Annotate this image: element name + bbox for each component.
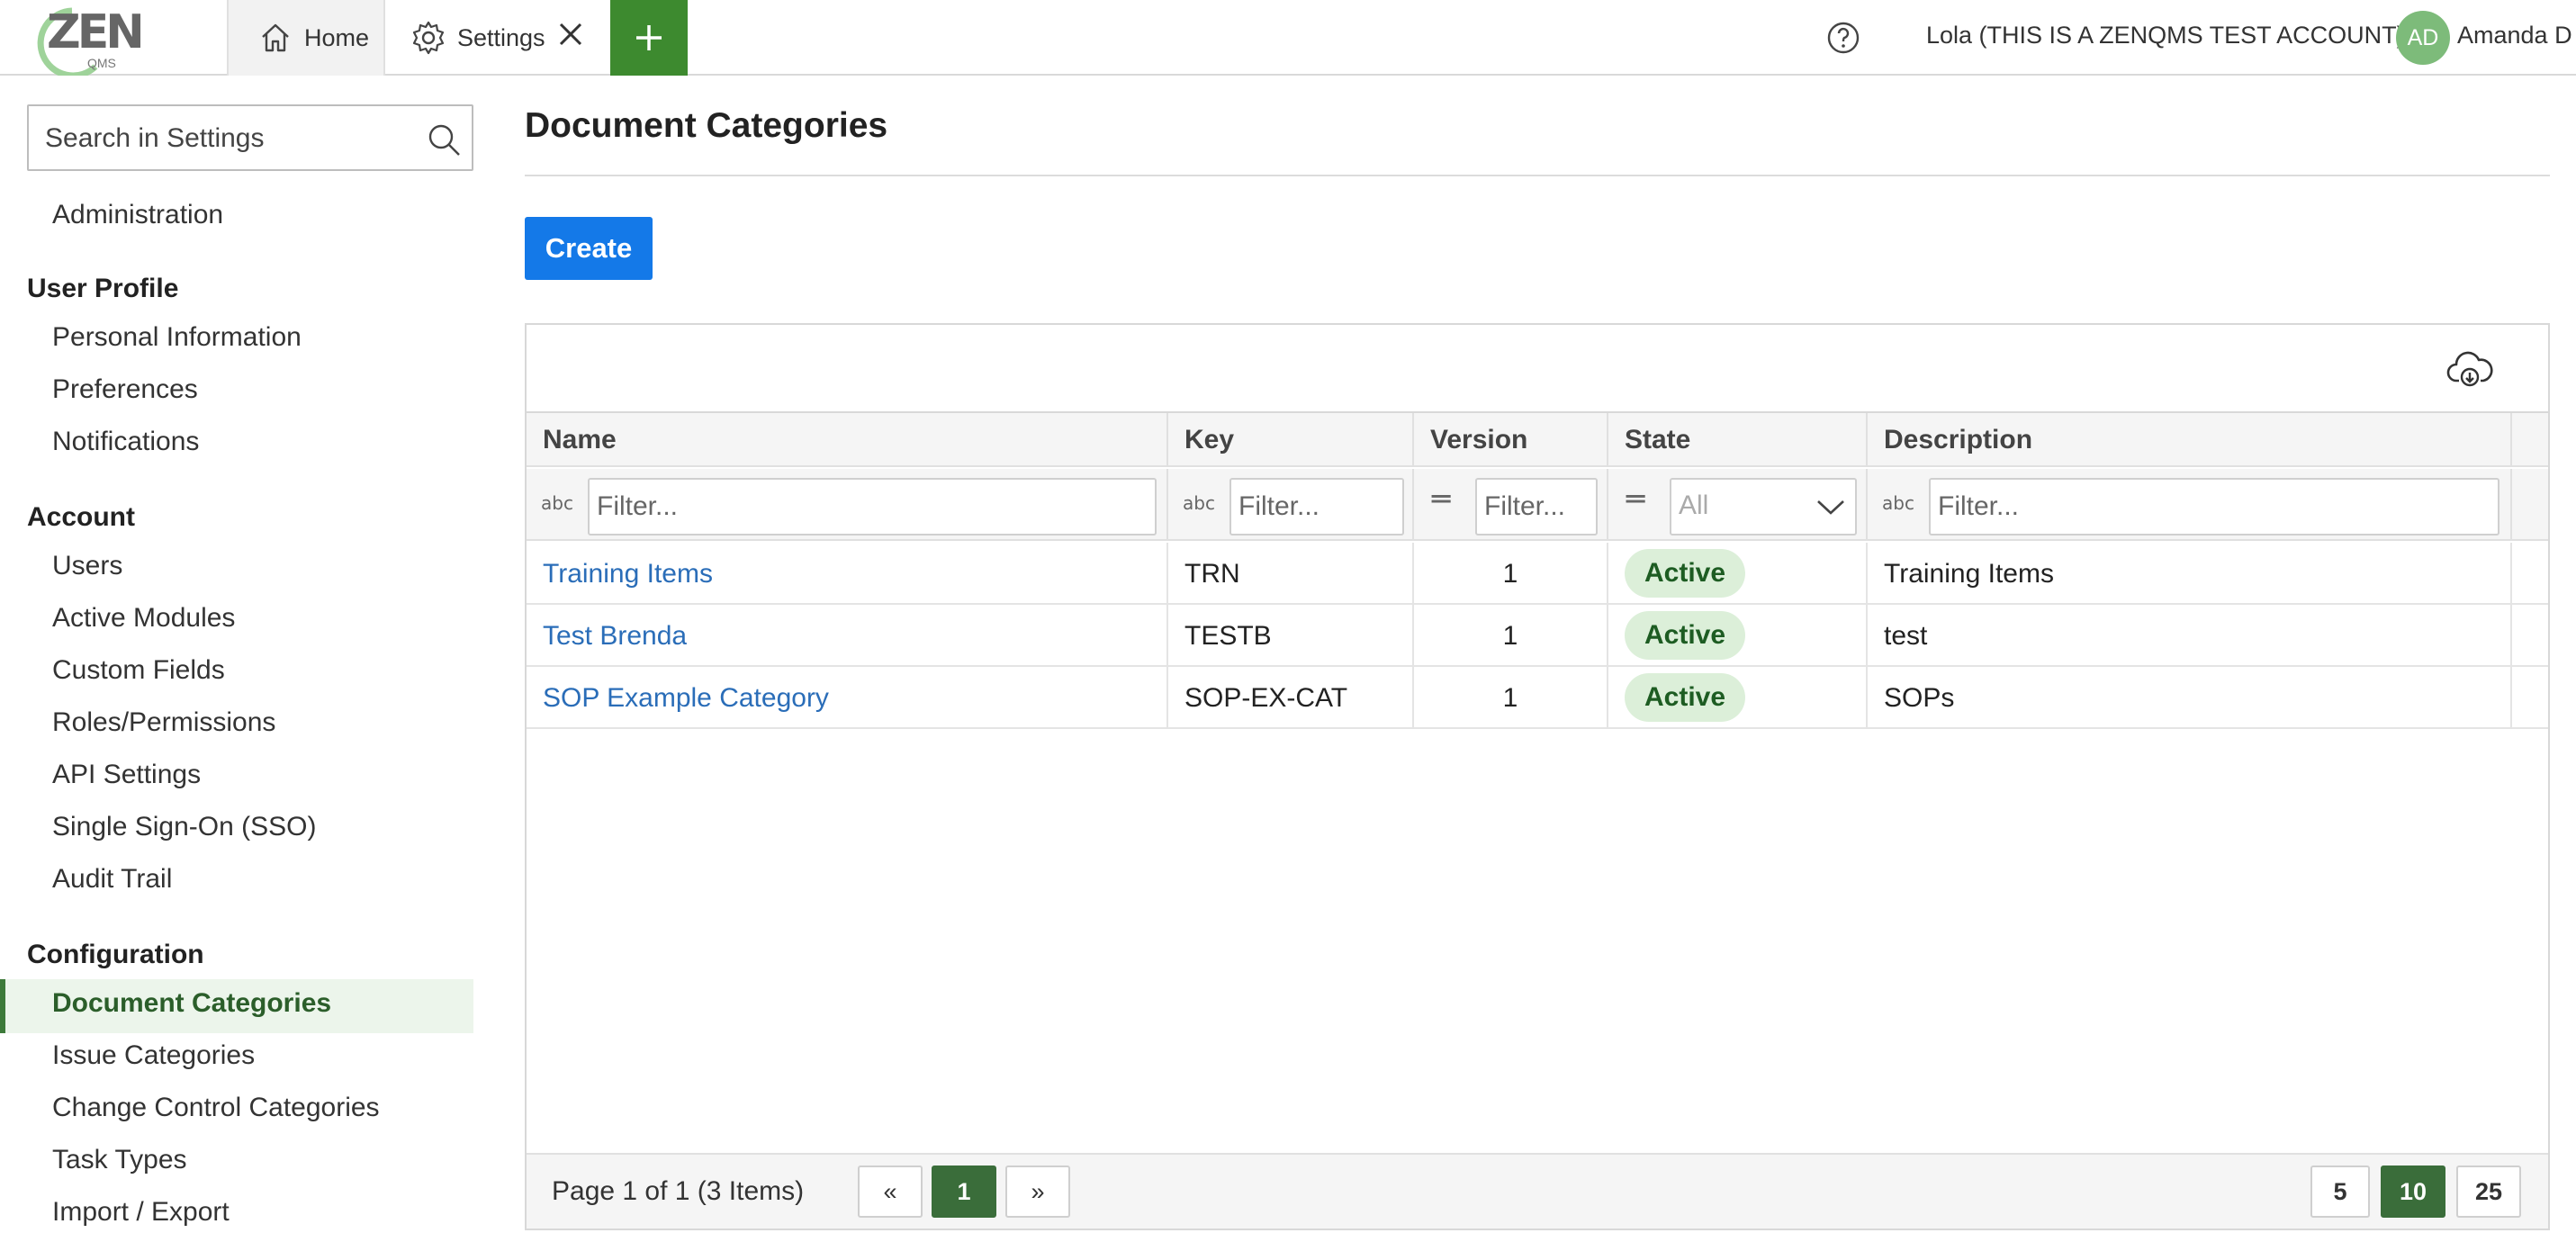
- sidebar-item-import-export[interactable]: Import / Export: [52, 1197, 230, 1228]
- sidebar-item-document-categories[interactable]: Document Categories: [52, 988, 331, 1019]
- filter-version-input[interactable]: [1475, 478, 1598, 536]
- sidebar-item-custom-fields[interactable]: Custom Fields: [52, 655, 225, 686]
- sidebar-item-roles-permissions[interactable]: Roles/Permissions: [52, 707, 275, 738]
- table-row[interactable]: Test Brenda TESTB 1 Active test: [527, 605, 2548, 667]
- page-size-10-button[interactable]: 10: [2381, 1166, 2445, 1218]
- row-version: 1: [1414, 667, 1608, 729]
- filter-state-value: All: [1679, 490, 1709, 520]
- page-size-5-button[interactable]: 5: [2310, 1166, 2370, 1218]
- create-button[interactable]: Create: [525, 217, 653, 280]
- text-filter-icon[interactable]: a͏b͏c: [541, 492, 573, 514]
- filter-cell-version: ═: [1414, 469, 1608, 541]
- status-badge: Active: [1625, 549, 1746, 598]
- sidebar-heading-account: Account: [27, 502, 135, 532]
- grid-filter-row: a͏b͏c a͏b͏c ═ ═ All a͏b͏c: [527, 469, 2548, 541]
- row-state: Active: [1608, 543, 1868, 605]
- sidebar-item-issue-categories[interactable]: Issue Categories: [52, 1040, 255, 1071]
- row-version: 1: [1414, 605, 1608, 667]
- text-filter-icon[interactable]: a͏b͏c: [1882, 492, 1914, 514]
- sidebar-item-active-modules[interactable]: Active Modules: [52, 603, 235, 634]
- row-name-link[interactable]: Test Brenda: [527, 605, 1168, 667]
- settings-sidebar: Administration User Profile Personal Inf…: [0, 77, 473, 1260]
- filter-description-input[interactable]: [1929, 478, 2499, 536]
- home-icon: [262, 23, 289, 52]
- pager-prev-button[interactable]: «: [858, 1166, 923, 1218]
- equals-filter-icon[interactable]: ═: [1626, 482, 1644, 518]
- zenqms-logo[interactable]: ZEN QMS: [20, 4, 145, 76]
- table-row[interactable]: SOP Example Category SOP-EX-CAT 1 Active…: [527, 667, 2548, 729]
- tab-settings-label: Settings: [457, 23, 545, 51]
- sidebar-item-audit-trail[interactable]: Audit Trail: [52, 864, 172, 895]
- grid-header-row: Name Key Version State Description: [527, 413, 2548, 467]
- pager-next-button[interactable]: »: [1005, 1166, 1070, 1218]
- tab-home[interactable]: Home: [227, 0, 385, 76]
- chevron-down-icon: [1817, 500, 1844, 515]
- sidebar-heading-user-profile: User Profile: [27, 274, 179, 303]
- logo-sub: QMS: [87, 56, 116, 70]
- row-state: Active: [1608, 667, 1868, 729]
- page-size-25-button[interactable]: 25: [2456, 1166, 2521, 1218]
- sidebar-item-notifications[interactable]: Notifications: [52, 427, 199, 457]
- filter-state-select[interactable]: All: [1670, 478, 1857, 536]
- status-badge: Active: [1625, 611, 1746, 661]
- column-header-key[interactable]: Key: [1168, 413, 1414, 467]
- filter-key-input[interactable]: [1229, 478, 1404, 536]
- gear-icon: [412, 21, 445, 55]
- account-name[interactable]: Lola (THIS IS A ZENQMS TEST ACCOUNT): [1926, 22, 2405, 50]
- column-header-version[interactable]: Version: [1414, 413, 1608, 467]
- text-filter-icon[interactable]: a͏b͏c: [1183, 492, 1215, 514]
- grid-toolbar: [527, 325, 2548, 413]
- row-description: SOPs: [1868, 667, 2512, 729]
- filter-cell-state: ═ All: [1608, 469, 1868, 541]
- page-title: Document Categories: [525, 106, 888, 145]
- row-name-link[interactable]: Training Items: [527, 543, 1168, 605]
- filter-cell-name: a͏b͏c: [527, 469, 1168, 541]
- row-description: test: [1868, 605, 2512, 667]
- help-icon[interactable]: [1825, 20, 1861, 56]
- logo-text: ZEN: [47, 5, 145, 59]
- row-key: TESTB: [1168, 605, 1414, 667]
- tab-home-label: Home: [304, 23, 370, 51]
- filter-cell-key: a͏b͏c: [1168, 469, 1414, 541]
- sidebar-item-change-control-categories[interactable]: Change Control Categories: [52, 1093, 380, 1123]
- new-tab-button[interactable]: [610, 0, 688, 76]
- categories-grid: Name Key Version State Description a͏b͏c…: [525, 323, 2550, 1230]
- row-description: Training Items: [1868, 543, 2512, 605]
- sidebar-item-sso[interactable]: Single Sign-On (SSO): [52, 812, 316, 842]
- table-row[interactable]: Training Items TRN 1 Active Training Ite…: [527, 543, 2548, 605]
- status-badge: Active: [1625, 673, 1746, 723]
- column-header-description[interactable]: Description: [1868, 413, 2512, 467]
- row-name-link[interactable]: SOP Example Category: [527, 667, 1168, 729]
- cloud-download-icon[interactable]: [2445, 345, 2494, 393]
- row-state: Active: [1608, 605, 1868, 667]
- sidebar-item-personal-information[interactable]: Personal Information: [52, 322, 302, 353]
- filter-cell-description: a͏b͏c: [1868, 469, 2512, 541]
- grid-pager: Page 1 of 1 (3 Items) « 1 » 5 10 25: [527, 1153, 2548, 1228]
- sidebar-item-api-settings[interactable]: API Settings: [52, 760, 201, 790]
- sidebar-item-task-types[interactable]: Task Types: [52, 1145, 187, 1175]
- top-bar: ZEN QMS Home Settings Lola (THIS IS A ZE…: [0, 0, 2576, 76]
- pager-page-1-button[interactable]: 1: [932, 1166, 996, 1218]
- row-key: SOP-EX-CAT: [1168, 667, 1414, 729]
- avatar[interactable]: AD: [2396, 11, 2450, 65]
- filter-name-input[interactable]: [588, 478, 1157, 536]
- sidebar-heading-configuration: Configuration: [27, 940, 204, 969]
- sidebar-item-users[interactable]: Users: [52, 551, 122, 581]
- column-header-state[interactable]: State: [1608, 413, 1868, 467]
- close-tab-icon[interactable]: [553, 16, 589, 52]
- avatar-initials: AD: [2407, 24, 2439, 50]
- plus-icon: [636, 25, 662, 50]
- search-icon[interactable]: [425, 121, 463, 158]
- sidebar-item-administration[interactable]: Administration: [52, 200, 223, 230]
- settings-search[interactable]: [27, 104, 473, 171]
- title-divider: [525, 175, 2550, 176]
- user-name[interactable]: Amanda D: [2457, 22, 2572, 50]
- row-version: 1: [1414, 543, 1608, 605]
- settings-search-input[interactable]: [45, 119, 405, 158]
- row-key: TRN: [1168, 543, 1414, 605]
- sidebar-item-preferences[interactable]: Preferences: [52, 374, 198, 405]
- column-header-name[interactable]: Name: [527, 413, 1168, 467]
- equals-filter-icon[interactable]: ═: [1432, 482, 1450, 518]
- pager-info: Page 1 of 1 (3 Items): [552, 1176, 805, 1206]
